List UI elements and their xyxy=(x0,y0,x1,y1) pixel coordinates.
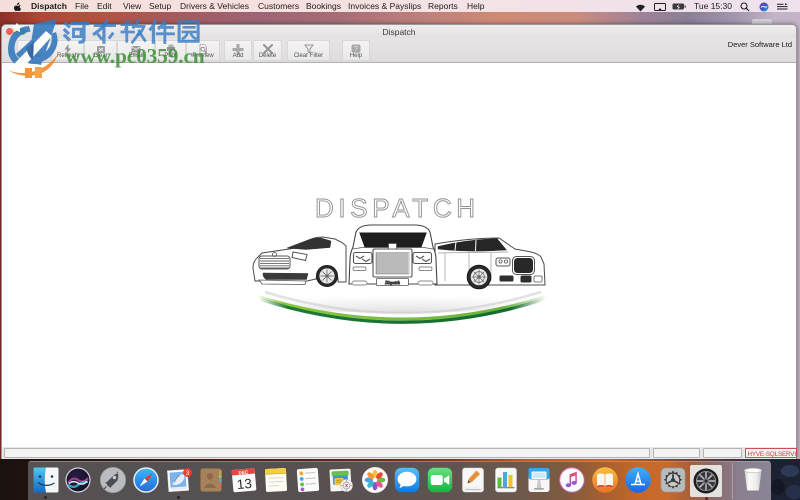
svg-text:13: 13 xyxy=(236,476,252,492)
svg-text:DEC: DEC xyxy=(238,470,249,476)
svg-text:DISPATCH: DISPATCH xyxy=(315,193,479,223)
svg-text:Dispatch: Dispatch xyxy=(384,280,399,285)
svg-text:?: ? xyxy=(354,46,358,53)
svg-text:3: 3 xyxy=(185,470,189,477)
